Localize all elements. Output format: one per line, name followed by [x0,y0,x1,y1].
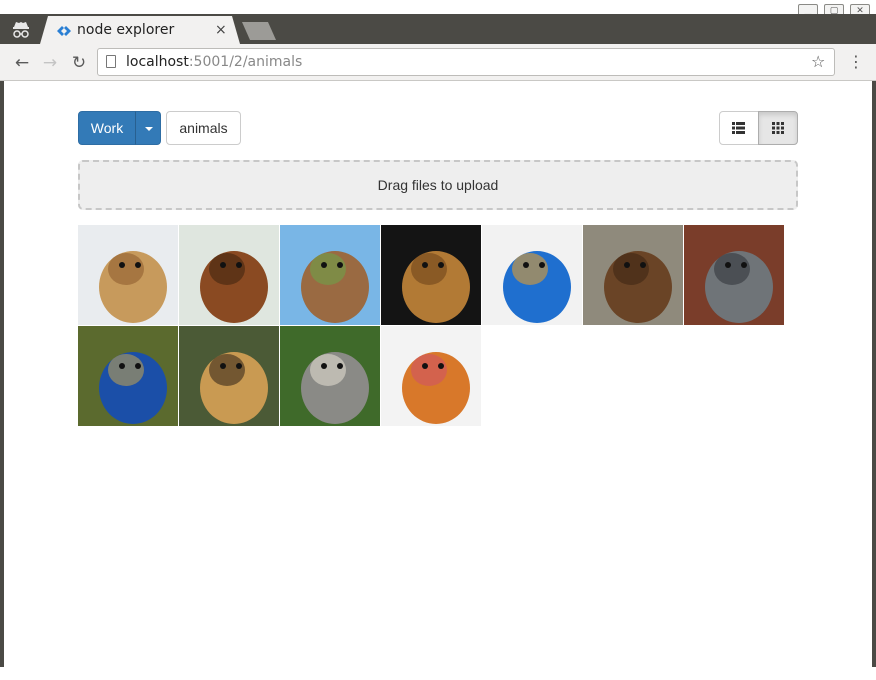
peacock-thumbnail[interactable] [78,326,178,426]
lion-thumbnail[interactable] [381,225,481,325]
cheetah-thumbnail[interactable] [179,326,279,426]
upload-dropzone[interactable]: Drag files to upload [78,160,798,210]
forward-arrow-icon[interactable]: → [39,52,61,74]
list-view-button[interactable] [719,111,759,145]
squirrel-thumbnail[interactable] [280,326,380,426]
reload-icon[interactable]: ↻ [68,52,90,74]
back-arrow-icon[interactable]: ← [11,52,33,74]
incognito-icon [10,18,32,40]
grid-view-button[interactable] [758,111,798,145]
menu-dots-icon[interactable]: ⋮ [848,52,864,72]
cow-thumbnail[interactable] [280,225,380,325]
work-button[interactable]: Work [78,111,136,145]
tiger-thumbnail[interactable] [381,326,481,426]
bookmark-star-icon[interactable]: ☆ [811,52,825,72]
parrot-thumbnail[interactable] [482,225,582,325]
url-host: localhost [126,54,189,70]
wolf-thumbnail[interactable] [684,225,784,325]
bear-thumbnail[interactable] [583,225,683,325]
tab-title: node explorer [77,22,175,38]
node-favicon-icon [56,23,72,37]
work-dropdown-toggle[interactable] [135,111,161,145]
page-icon [106,55,116,68]
grid-view-icon [772,122,784,134]
url-text[interactable]: localhost:5001/2/animals [126,52,302,72]
window-frame-right [872,81,876,667]
list-view-icon [732,122,745,134]
tab-close-icon[interactable]: × [215,20,227,40]
window-frame-left [0,81,4,667]
horse-thumbnail[interactable] [179,225,279,325]
title-bar: ▁ ▢ ✕ [0,0,876,18]
browser-window: ▁ ▢ ✕ node explorer × ← → ↻ localhost:50… [0,0,876,680]
caret-down-icon [145,127,153,131]
breadcrumb-animals[interactable]: animals [166,111,241,145]
url-path: :5001/2/animals [188,54,303,70]
dog-thumbnail[interactable] [78,225,178,325]
